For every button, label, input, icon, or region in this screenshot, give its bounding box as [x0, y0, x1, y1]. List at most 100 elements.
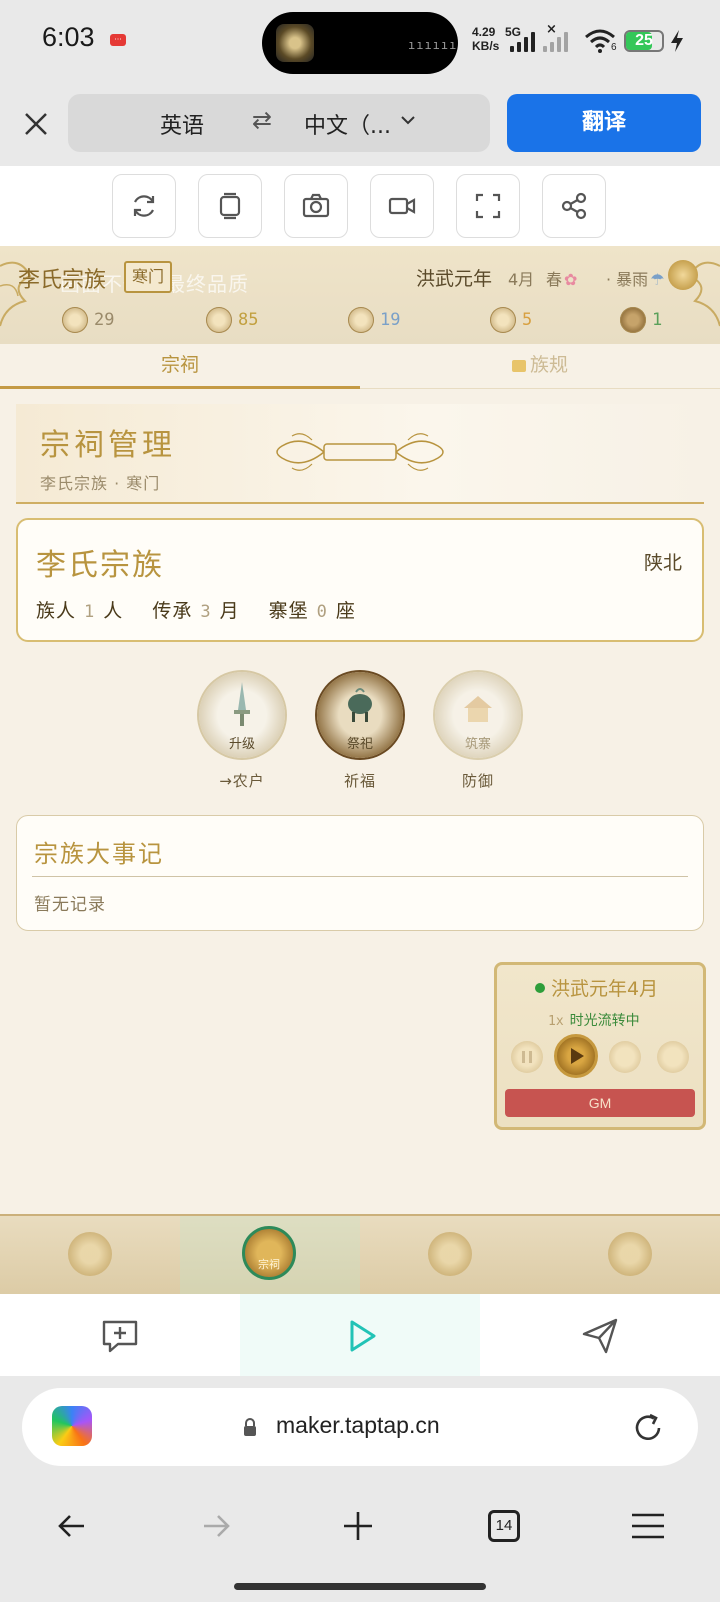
add-comment-icon[interactable] — [100, 1316, 140, 1356]
signal-icon — [510, 30, 535, 52]
layers-icon — [219, 192, 241, 220]
no-signal-x-icon: × — [546, 22, 557, 37]
time-widget-speed: 1x 时光流转中 — [548, 1013, 640, 1029]
events-title: 宗族大事记 — [34, 840, 164, 868]
share-tool-button[interactable] — [542, 174, 606, 238]
fortress-icon — [464, 696, 492, 722]
members-count: 1 — [84, 602, 96, 622]
reload-icon[interactable] — [630, 1410, 666, 1446]
clan-card-name: 李氏宗族 — [36, 548, 164, 583]
upgrade-label: →农户 — [219, 772, 265, 790]
share-icon — [561, 192, 587, 220]
cloth-icon — [348, 307, 374, 333]
resource-silver: 29 — [62, 305, 114, 335]
nav-ancestral-hall-label: 宗祠 — [258, 1258, 280, 1271]
battery-level: 25 — [635, 32, 653, 49]
forward-icon[interactable] — [200, 1510, 232, 1542]
wifi-sub: 6 — [611, 42, 617, 53]
scroll-book-icon[interactable] — [668, 260, 698, 290]
clan-name: 李氏宗族 — [18, 268, 107, 293]
audio-wave-icon: ıııııı — [408, 38, 458, 52]
copilot-icon[interactable] — [52, 1406, 92, 1446]
camera-icon — [302, 193, 330, 218]
rank-badge: 寒门 — [124, 261, 173, 293]
resource-people: 1 — [620, 305, 662, 335]
menu-icon[interactable] — [630, 1512, 666, 1540]
panel-title: 宗祠管理 — [40, 428, 176, 463]
gm-button[interactable]: GM — [505, 1089, 695, 1117]
incense-burner-icon — [348, 688, 372, 722]
video-icon — [388, 197, 416, 215]
nav-family-members-icon[interactable] — [428, 1232, 472, 1276]
swap-languages-icon[interactable]: ⇄ — [252, 106, 272, 134]
home-indicator[interactable] — [234, 1583, 486, 1590]
heritage-count: 3 — [200, 602, 212, 622]
back-icon[interactable] — [56, 1510, 88, 1542]
scroll-ornament-icon — [276, 433, 444, 471]
grain-icon — [206, 307, 232, 333]
time-widget-date: 洪武元年4月 — [551, 978, 659, 1000]
divider — [32, 876, 688, 877]
chevron-down-icon[interactable] — [400, 114, 416, 126]
network-speed: 4.29 KB/s — [472, 25, 500, 53]
clan-region: 陕北 — [644, 552, 683, 574]
era-label: 洪武元年 — [416, 268, 493, 290]
panel-subtitle: 李氏宗族 · 寒门 — [40, 474, 161, 493]
running-status-dot — [535, 983, 545, 993]
clan-stats: 族人 1 人 传承 3 月 寨堡 0 座 — [36, 600, 356, 622]
season-label: 春 ✿ — [546, 270, 578, 289]
url-text[interactable]: maker.taptap.cn — [276, 1412, 440, 1439]
refresh-icon — [133, 195, 155, 217]
new-tab-icon[interactable] — [342, 1510, 374, 1542]
fastest-forward-button[interactable] — [657, 1041, 689, 1073]
screenshot-tool-button[interactable] — [284, 174, 348, 238]
language-selector[interactable] — [68, 94, 490, 152]
pause-icon — [522, 1051, 532, 1063]
target-language[interactable]: 中文（... — [304, 108, 391, 140]
close-icon[interactable] — [20, 108, 52, 140]
cloud-ornament-right — [688, 261, 720, 327]
refresh-tool-button[interactable] — [112, 174, 176, 238]
events-empty-text: 暂无记录 — [34, 895, 106, 915]
overlay-tool-button[interactable] — [198, 174, 262, 238]
resource-prestige: 5 — [490, 305, 532, 335]
prestige-icon — [490, 307, 516, 333]
charging-icon — [671, 30, 683, 52]
cloud-ornament-left — [0, 261, 32, 327]
weather-label: · 暴雨 ☂ — [606, 270, 665, 289]
status-time: 6:03 — [42, 22, 95, 52]
tab-ancestral-hall[interactable]: 宗祠 — [0, 344, 360, 389]
play-icon — [571, 1048, 584, 1064]
pause-button[interactable] — [511, 1041, 543, 1073]
translate-button[interactable]: 翻译 — [507, 94, 701, 152]
tabs-count-button[interactable]: 14 — [488, 1510, 520, 1542]
nav-map-scroll-icon[interactable] — [608, 1232, 652, 1276]
upgrade-inner-label: 升级 — [228, 737, 255, 752]
record-tool-button[interactable] — [370, 174, 434, 238]
sword-icon — [234, 682, 250, 726]
tool-row — [0, 166, 720, 246]
worship-label: 祈福 — [343, 772, 376, 790]
fast-forward-button[interactable] — [609, 1041, 641, 1073]
resource-grain: 85 — [206, 305, 258, 335]
source-language[interactable]: 英语 — [160, 108, 204, 140]
notification-icon: ··· — [110, 34, 126, 46]
worship-inner-label: 祭祀 — [346, 737, 373, 752]
send-icon[interactable] — [580, 1316, 620, 1356]
resource-cloth: 19 — [348, 305, 400, 335]
app-activity-icon — [276, 24, 314, 62]
blossom-icon: ✿ — [564, 270, 578, 289]
events-card — [16, 815, 704, 931]
fullscreen-tool-button[interactable] — [456, 174, 520, 238]
lock-icon — [511, 359, 526, 372]
nav-book-icon[interactable] — [68, 1232, 112, 1276]
forts-count: 0 — [316, 602, 328, 622]
fullscreen-icon — [475, 193, 501, 219]
storm-icon: ☂ — [650, 270, 665, 289]
lock-icon — [244, 1418, 256, 1436]
tab-clan-rules[interactable]: 族规 — [360, 344, 720, 386]
people-icon — [620, 307, 646, 333]
run-play-icon[interactable] — [342, 1316, 382, 1356]
silver-icon — [62, 307, 88, 333]
play-button[interactable] — [554, 1034, 598, 1078]
